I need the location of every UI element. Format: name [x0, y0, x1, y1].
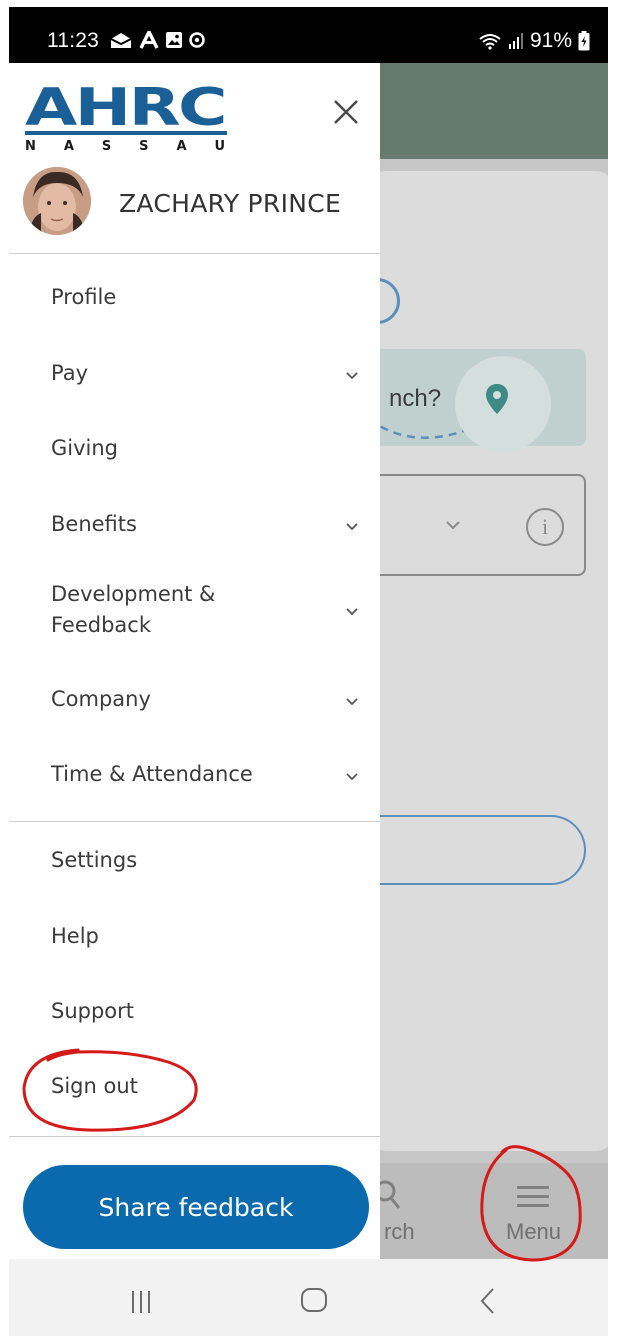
home-icon[interactable]: [301, 1288, 327, 1312]
chevron-down-icon: [346, 372, 358, 380]
user-name: ZACHARY PRINCE: [119, 189, 342, 218]
chevron-down-icon: [346, 698, 358, 706]
user-profile-row[interactable]: ZACHARY PRINCE: [9, 167, 380, 251]
menu-item-company[interactable]: Company: [9, 671, 380, 731]
menu-item-label: Feedback: [51, 613, 152, 637]
chevron-down-icon: [346, 773, 358, 781]
menu-item-label: Time & Attendance: [51, 762, 253, 786]
map-pin-icon: [486, 384, 508, 414]
chevron-down-icon: [446, 521, 460, 530]
menu-item-settings[interactable]: Settings: [9, 830, 380, 890]
info-icon: i: [526, 508, 564, 546]
gallery-notification-icon: [166, 32, 182, 48]
divider: [9, 821, 380, 822]
menu-item-label: Development &: [51, 582, 216, 606]
battery-percentage: 91%: [529, 29, 572, 52]
divider: [9, 253, 380, 254]
menu-item-label: Help: [51, 924, 99, 948]
divider: [9, 1136, 380, 1137]
photo-frame-left: [0, 0, 9, 1336]
menu-item-giving[interactable]: Giving: [9, 420, 380, 480]
menu-item-time-attendance[interactable]: Time & Attendance: [9, 746, 380, 806]
avatar: [23, 167, 91, 235]
back-icon[interactable]: [479, 1287, 495, 1315]
menu-item-label: Profile: [51, 285, 117, 309]
menu-item-label: Benefits: [51, 512, 137, 536]
wifi-icon: [479, 34, 501, 50]
menu-item-profile[interactable]: Profile: [9, 269, 380, 329]
menu-item-pay[interactable]: Pay: [9, 345, 380, 405]
chevron-down-icon: [346, 523, 358, 531]
photo-frame-top: [0, 0, 617, 7]
menu-item-sign-out[interactable]: Sign out: [9, 1056, 380, 1116]
search-nav-label: rch: [384, 1219, 415, 1244]
system-nav-bar: [9, 1259, 608, 1336]
menu-item-label: Sign out: [51, 1074, 138, 1098]
background-input: [354, 815, 586, 885]
font-notification-icon: [139, 31, 159, 49]
background-card: [369, 171, 614, 1151]
recents-icon[interactable]: [129, 1289, 153, 1315]
location-prompt-text: nch?: [389, 385, 442, 412]
photo-frame-right: [608, 0, 617, 1336]
status-right: 91%: [478, 29, 590, 53]
close-icon[interactable]: [327, 93, 365, 131]
menu-item-label: Support: [51, 999, 135, 1023]
signal-icon: [508, 33, 523, 49]
menu-item-label: Settings: [51, 848, 138, 872]
svg-text:AHRC: AHRC: [25, 79, 225, 138]
menu-item-support[interactable]: Support: [9, 981, 380, 1041]
camera-notification-icon: [189, 32, 205, 48]
mail-notification-icon: [110, 33, 132, 48]
share-feedback-button[interactable]: Share feedback: [23, 1165, 369, 1249]
hamburger-icon: [517, 1186, 549, 1213]
status-bar: 11:23 91%: [9, 7, 608, 63]
menu-item-help[interactable]: Help: [9, 906, 380, 966]
battery-icon: [578, 31, 590, 51]
menu-nav-label: Menu: [506, 1219, 562, 1244]
company-logo: AHRC N A S S A U: [25, 78, 229, 154]
notification-icons: [109, 31, 205, 49]
menu-item-label: Giving: [51, 436, 119, 460]
menu-item-label: Company: [51, 687, 151, 711]
chevron-down-icon: [346, 608, 358, 616]
menu-item-development-feedback[interactable]: Development & Feedback: [9, 572, 380, 656]
menu-item-benefits[interactable]: Benefits: [9, 496, 380, 556]
status-time: 11:23: [47, 29, 99, 52]
svg-text:N A S S A U: N A S S A U: [25, 139, 225, 153]
navigation-drawer: AHRC N A S S A U ZACHARY PRINCE Profile …: [9, 63, 380, 1259]
menu-item-label: Pay: [51, 361, 89, 385]
